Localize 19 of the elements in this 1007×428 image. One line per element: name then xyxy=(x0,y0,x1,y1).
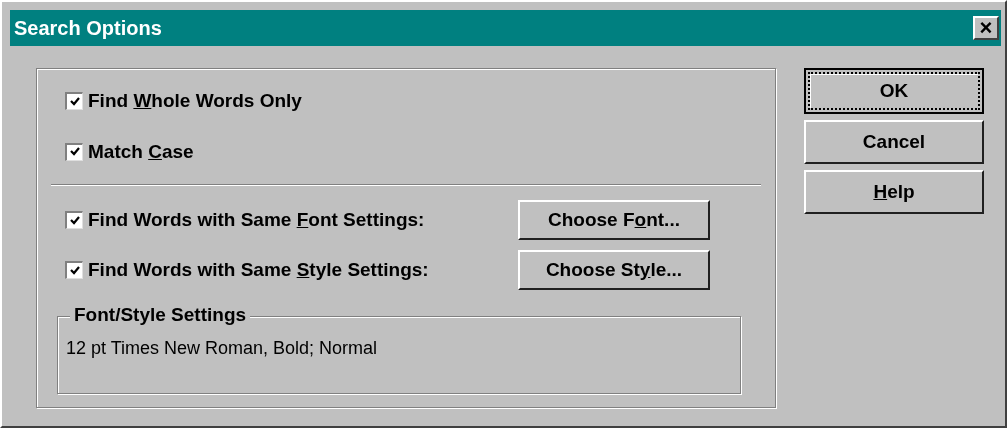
check-icon xyxy=(68,264,81,277)
checkbox-label[interactable]: Find Words with Same Font Settings: xyxy=(88,205,518,235)
checkbox-label[interactable]: Find Words with Same Style Settings: xyxy=(88,255,518,285)
checkbox[interactable] xyxy=(65,261,83,279)
window-title: Search Options xyxy=(14,16,162,41)
checkbox[interactable] xyxy=(65,92,83,111)
dialog-button[interactable]: Cancel xyxy=(804,120,984,164)
check-icon xyxy=(68,214,81,227)
choose-button[interactable]: Choose Style... xyxy=(518,250,710,290)
checkbox-label[interactable]: Match Case xyxy=(88,137,518,166)
checkbox[interactable] xyxy=(65,211,83,229)
checkbox-label[interactable]: Find Whole Words Only xyxy=(88,87,518,116)
checkbox[interactable] xyxy=(65,142,83,161)
dialog-button[interactable]: OK xyxy=(804,68,984,114)
settings-text: 12 pt Times New Roman, Bold; Normal xyxy=(66,337,378,360)
check-icon xyxy=(68,95,81,108)
close-button[interactable]: × xyxy=(973,16,999,40)
choose-button[interactable]: Choose Font... xyxy=(518,200,710,240)
dialog-button[interactable]: Help xyxy=(804,170,984,214)
